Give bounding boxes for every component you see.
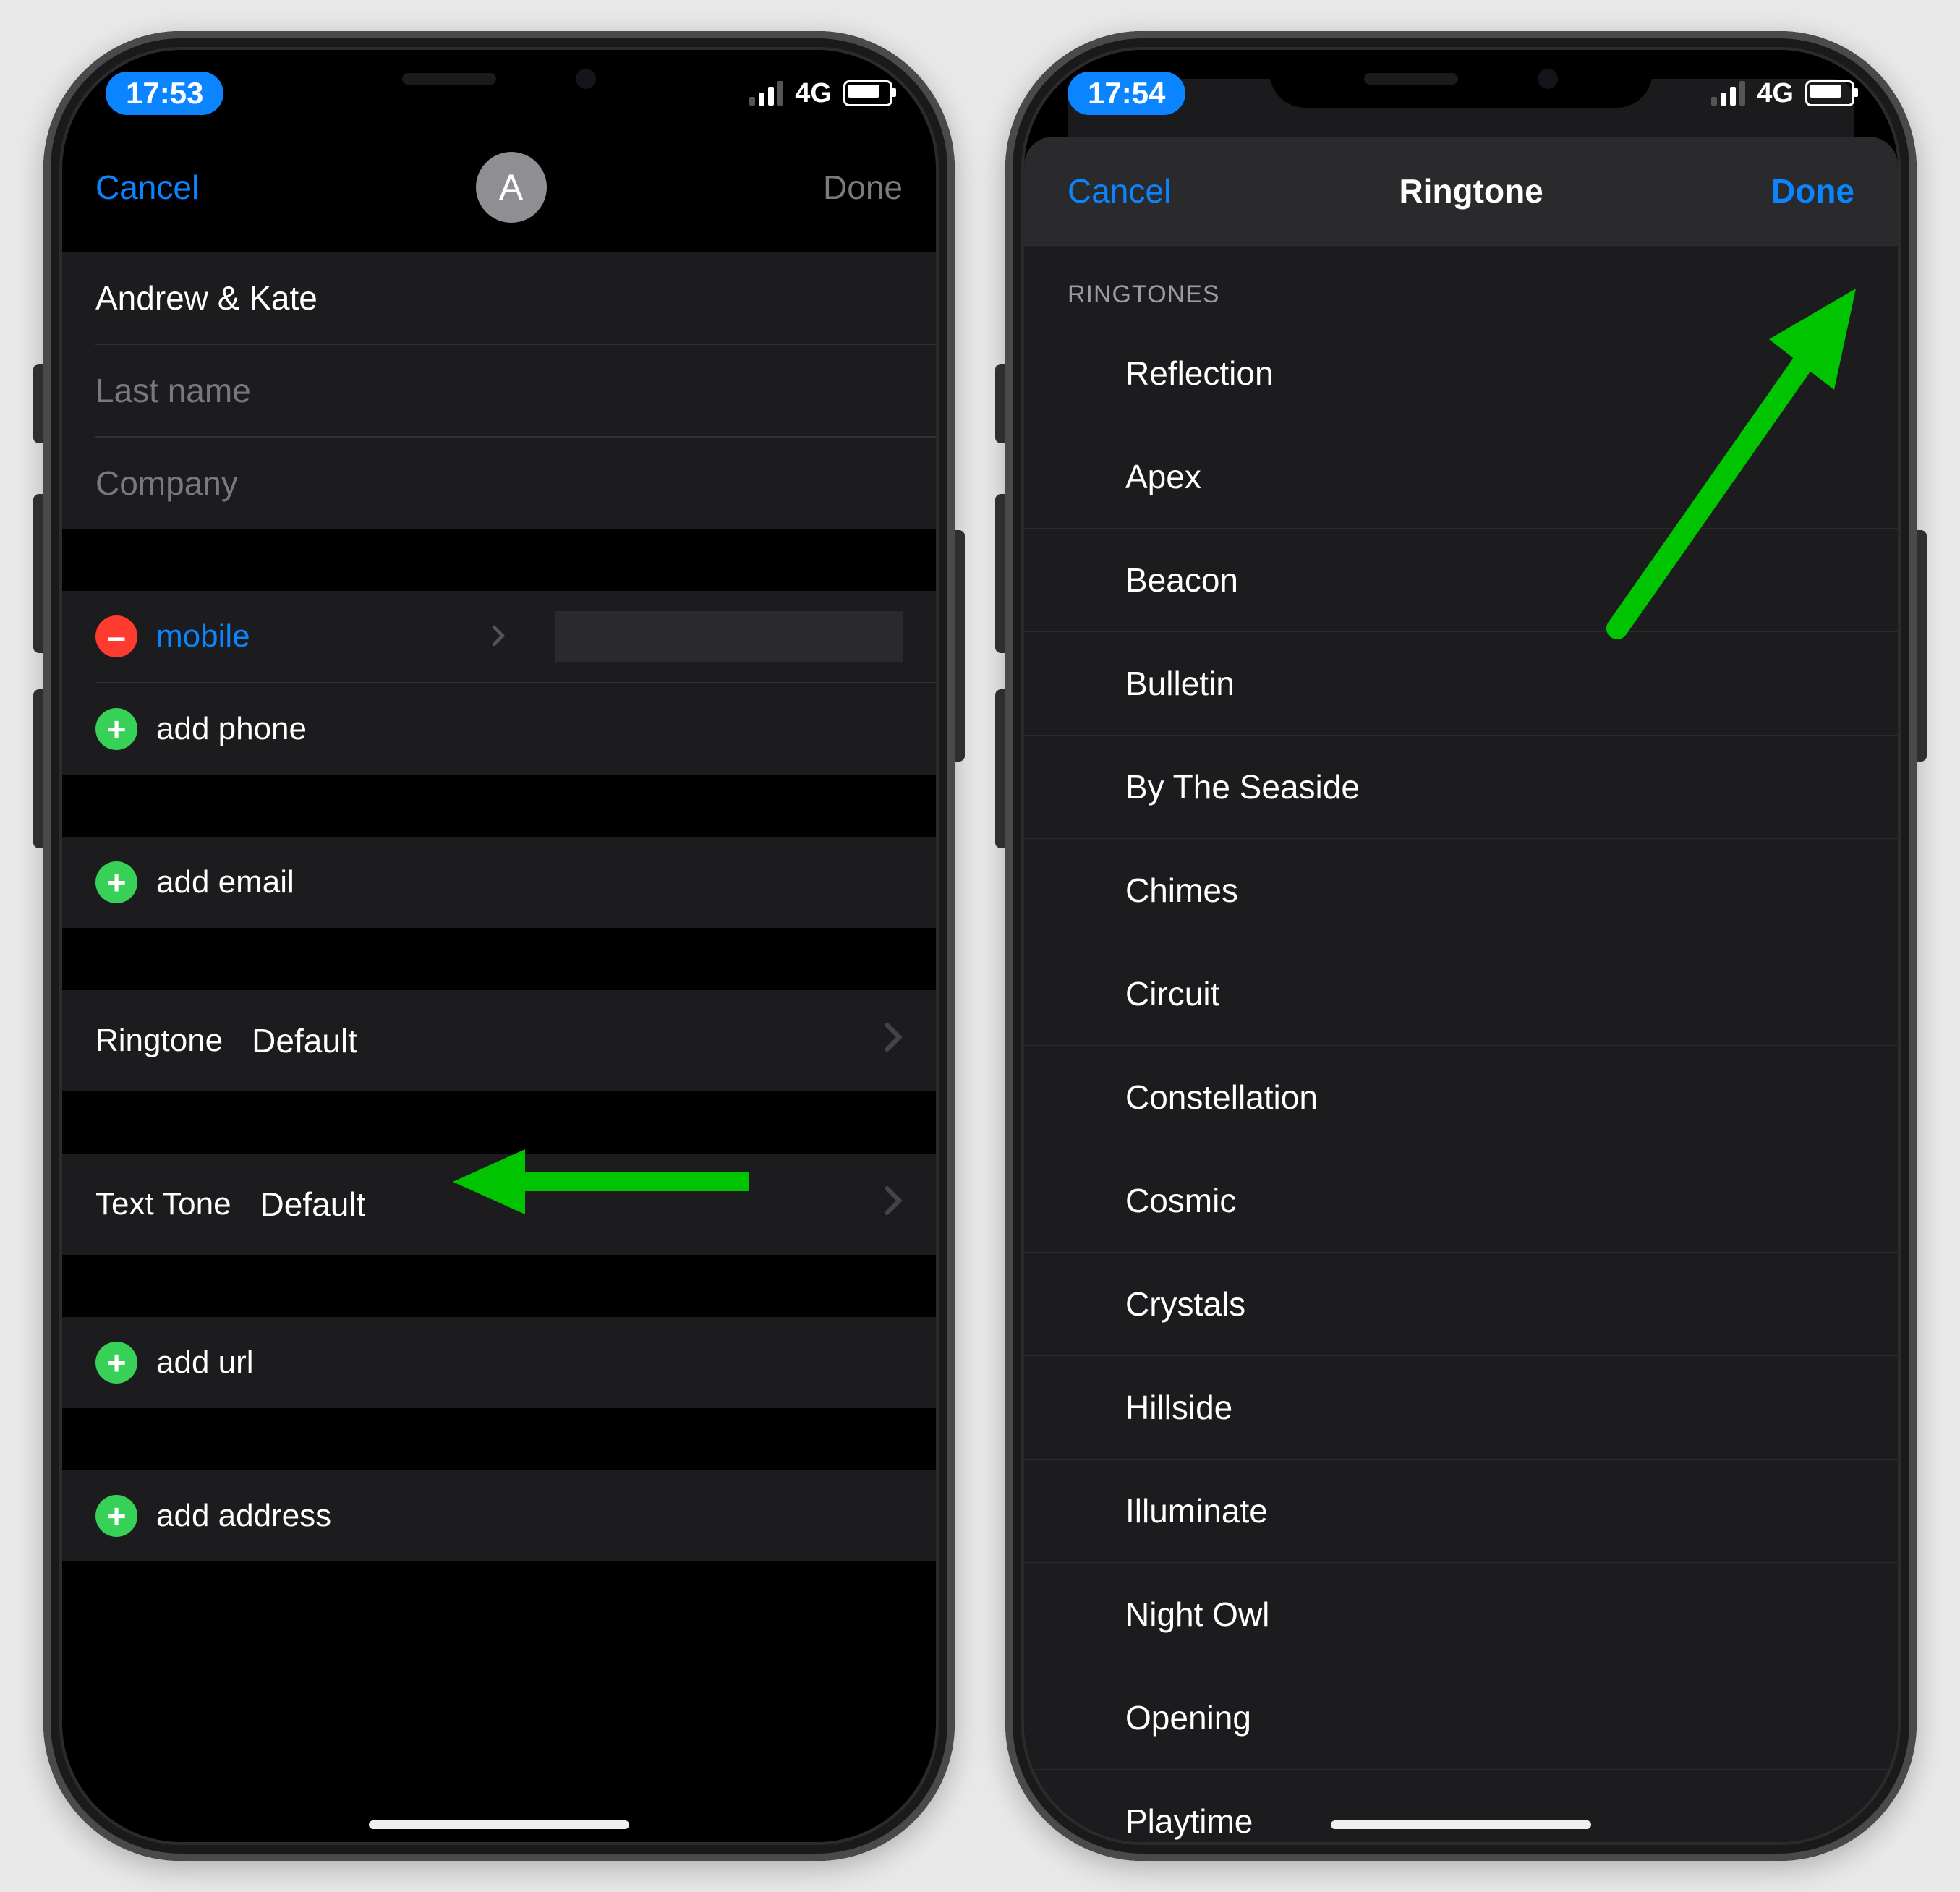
remove-icon[interactable] — [95, 615, 137, 657]
signal-icon — [749, 81, 783, 106]
company-field[interactable]: Company — [62, 438, 936, 529]
status-time: 17:53 — [106, 72, 223, 115]
chevron-right-icon — [884, 1185, 903, 1224]
add-email-row[interactable]: add email — [62, 837, 936, 928]
chevron-right-icon — [498, 618, 505, 655]
ringtone-option[interactable]: Cosmic — [1024, 1149, 1898, 1253]
notch — [307, 50, 691, 108]
status-time: 17:54 — [1068, 72, 1185, 115]
add-icon[interactable] — [95, 1342, 137, 1384]
add-icon[interactable] — [95, 708, 137, 750]
phone-label-mobile[interactable]: mobile — [156, 618, 250, 655]
text-tone-value: Default — [260, 1185, 366, 1224]
add-phone-row[interactable]: add phone — [62, 683, 936, 775]
ringtone-option[interactable]: Playtime — [1024, 1770, 1898, 1842]
ringtone-option[interactable]: Constellation — [1024, 1046, 1898, 1149]
add-email-label: add email — [156, 864, 294, 900]
ringtone-option[interactable]: Chimes — [1024, 839, 1898, 942]
phone-mobile-row[interactable]: mobile — [62, 591, 936, 682]
add-address-row[interactable]: add address — [62, 1470, 936, 1561]
ringtone-option[interactable]: By The Seaside — [1024, 736, 1898, 839]
add-icon[interactable] — [95, 861, 137, 903]
last-name-field[interactable]: Last name — [62, 345, 936, 436]
sheet-nav-bar: Cancel Ringtone Done — [1024, 137, 1898, 246]
add-url-row[interactable]: add url — [62, 1317, 936, 1408]
battery-icon — [1805, 80, 1854, 106]
contact-avatar[interactable]: A — [476, 152, 547, 223]
phone-ringtone-picker: 17:54 4G Cancel Ringtone Done RINGTONES — [1005, 31, 1917, 1861]
cancel-button[interactable]: Cancel — [95, 168, 199, 207]
cancel-button[interactable]: Cancel — [1068, 171, 1171, 210]
ringtone-option[interactable]: Crystals — [1024, 1253, 1898, 1356]
network-label: 4G — [795, 78, 832, 109]
chevron-right-icon — [884, 1022, 903, 1060]
ringtone-option[interactable]: Opening — [1024, 1666, 1898, 1770]
ringtone-value: Default — [252, 1021, 357, 1060]
phone-number-redacted[interactable] — [555, 611, 903, 662]
add-url-label: add url — [156, 1345, 254, 1381]
ringtone-label: Ringtone — [95, 1023, 223, 1059]
notch — [1269, 50, 1653, 108]
first-name-field[interactable]: Andrew & Kate — [62, 252, 936, 344]
phone-edit-contact: 17:53 4G Cancel A Done Andrew & Kate — [43, 31, 955, 1861]
ringtone-row[interactable]: Ringtone Default — [62, 990, 936, 1091]
home-indicator[interactable] — [369, 1820, 629, 1829]
battery-icon — [843, 80, 892, 106]
add-address-label: add address — [156, 1498, 331, 1534]
network-label: 4G — [1757, 78, 1794, 109]
ringtone-option[interactable]: Night Owl — [1024, 1563, 1898, 1666]
add-icon[interactable] — [95, 1495, 137, 1537]
nav-bar: Cancel A Done — [62, 137, 936, 238]
signal-icon — [1711, 81, 1745, 106]
home-indicator[interactable] — [1331, 1820, 1591, 1829]
ringtone-option[interactable]: Circuit — [1024, 942, 1898, 1046]
ringtone-option[interactable]: Illuminate — [1024, 1460, 1898, 1563]
add-phone-label: add phone — [156, 711, 307, 747]
done-button[interactable]: Done — [1771, 171, 1854, 210]
annotation-arrow-done — [1588, 267, 1892, 643]
ringtone-option[interactable]: Hillside — [1024, 1356, 1898, 1460]
done-button[interactable]: Done — [823, 168, 903, 207]
sheet-title: Ringtone — [1399, 171, 1543, 210]
text-tone-label: Text Tone — [95, 1186, 231, 1222]
annotation-arrow-ringtone — [453, 1142, 757, 1222]
ringtone-option[interactable]: Bulletin — [1024, 632, 1898, 736]
